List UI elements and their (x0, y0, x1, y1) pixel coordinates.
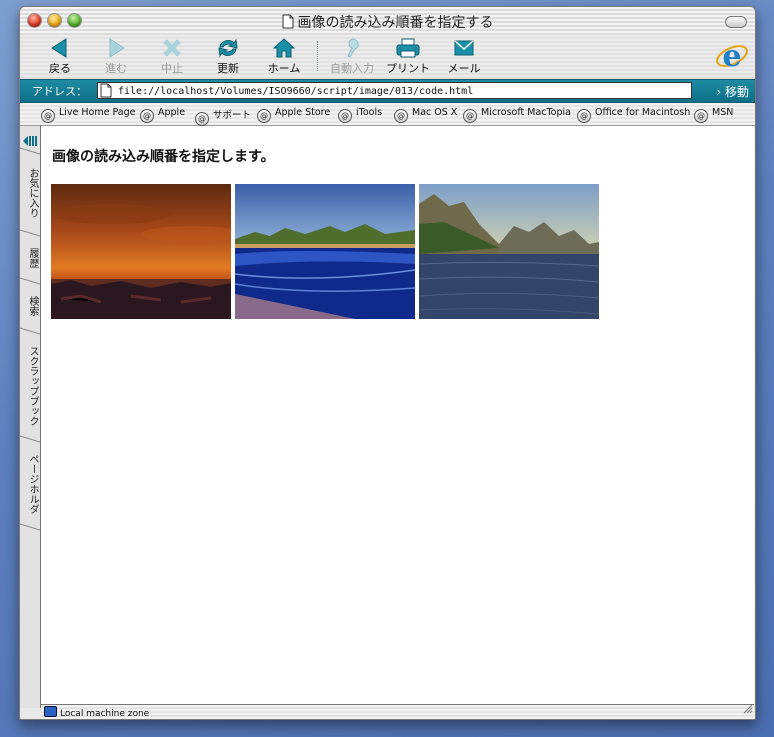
internet-explorer-logo-icon[interactable]: e (715, 39, 749, 77)
title-bar[interactable]: 画像の読み込み順番を指定する (20, 7, 755, 36)
back-label: 戻る (49, 62, 71, 75)
forward-arrow-icon (88, 37, 144, 59)
printer-icon (380, 37, 436, 59)
autofill-label: 自動入力 (330, 62, 374, 75)
address-url-input[interactable]: file://localhost/Volumes/ISO9660/script/… (97, 82, 692, 99)
link-at-icon: @ (577, 109, 591, 123)
favorite-item[interactable]: @ サポート (195, 107, 251, 126)
print-button[interactable]: プリント (380, 37, 436, 76)
forward-button[interactable]: 進む (88, 37, 144, 76)
link-at-icon: @ (338, 109, 352, 123)
favorites-bar: @ Live Home Page @ Apple @ サポート @ Apple Stor… (20, 103, 755, 126)
security-zone: Local machine zone (44, 706, 149, 719)
forward-label: 進む (105, 62, 127, 75)
back-arrow-icon (32, 37, 88, 59)
back-button[interactable]: 戻る (32, 37, 88, 76)
mail-envelope-icon (436, 37, 492, 59)
link-at-icon: @ (257, 109, 271, 123)
link-at-icon: @ (463, 109, 477, 123)
page-document-icon (100, 83, 112, 102)
go-button[interactable]: › 移動 (716, 83, 749, 100)
mail-label: メール (447, 62, 481, 75)
explorer-sidebar: お気に入り 履歴 検索 スクラップブック ページホルダ (20, 126, 41, 708)
zone-label: Local machine zone (60, 709, 150, 719)
window-title: 画像の読み込み順番を指定する (297, 15, 494, 31)
page-heading: 画像の読み込み順番を指定します。 (52, 149, 275, 165)
favorite-item[interactable]: @ Live Home Page (41, 107, 136, 123)
link-at-icon: @ (195, 112, 209, 126)
mail-button[interactable]: メール (436, 37, 492, 76)
local-zone-icon (44, 706, 57, 717)
go-arrow-icon: › (716, 85, 722, 99)
toolbar-separator (317, 41, 318, 71)
favorite-item[interactable]: @ Apple (140, 107, 185, 123)
favorite-item[interactable]: @ Apple Store (257, 107, 330, 123)
home-button[interactable]: ホーム (256, 37, 312, 76)
home-label: ホーム (267, 62, 301, 75)
document-icon (282, 14, 294, 33)
mountain-lake-image (419, 184, 599, 319)
favorite-item[interactable]: @ Mac OS X (394, 107, 457, 123)
address-bar: アドレス： file://localhost/Volumes/ISO9660/s… (20, 79, 755, 103)
link-at-icon: @ (694, 109, 708, 123)
sidebar-tab-dividers (20, 147, 40, 531)
link-at-icon: @ (394, 109, 408, 123)
stop-x-icon (144, 37, 200, 59)
browser-window: 画像の読み込み順番を指定する 戻る 進む 中止 更新 ホーム 自動入力 プリント… (19, 6, 756, 720)
page-content: 画像の読み込み順番を指定します。 (41, 126, 754, 705)
toolbar-toggle-button[interactable] (725, 16, 747, 28)
autofill-button[interactable]: 自動入力 (324, 37, 380, 76)
refresh-arrows-icon (200, 37, 256, 59)
resize-grip-icon[interactable] (741, 699, 753, 718)
window-title-area: 画像の読み込み順番を指定する (20, 12, 755, 33)
refresh-button[interactable]: 更新 (200, 37, 256, 76)
stop-button[interactable]: 中止 (144, 37, 200, 76)
stop-label: 中止 (161, 62, 183, 75)
status-bar: Local machine zone (41, 704, 755, 719)
go-label: 移動 (724, 85, 749, 99)
sunset-landscape-image (51, 184, 231, 319)
autofill-icon (324, 37, 380, 59)
favorite-item[interactable]: @ Office for Macintosh (577, 107, 690, 123)
print-label: プリント (386, 62, 430, 75)
svg-text:e: e (722, 39, 741, 73)
toolbar: 戻る 進む 中止 更新 ホーム 自動入力 プリント メール e (20, 35, 755, 79)
address-label: アドレス： (32, 85, 87, 98)
refresh-label: 更新 (217, 62, 239, 75)
link-at-icon: @ (41, 109, 55, 123)
favorite-item[interactable]: @ Microsoft MacTopia (463, 107, 571, 123)
favorite-item[interactable]: @ iTools (338, 107, 382, 123)
home-icon (256, 37, 312, 59)
favorite-item[interactable]: @ MSN (694, 107, 733, 123)
link-at-icon: @ (140, 109, 154, 123)
island-bay-image (235, 184, 415, 319)
